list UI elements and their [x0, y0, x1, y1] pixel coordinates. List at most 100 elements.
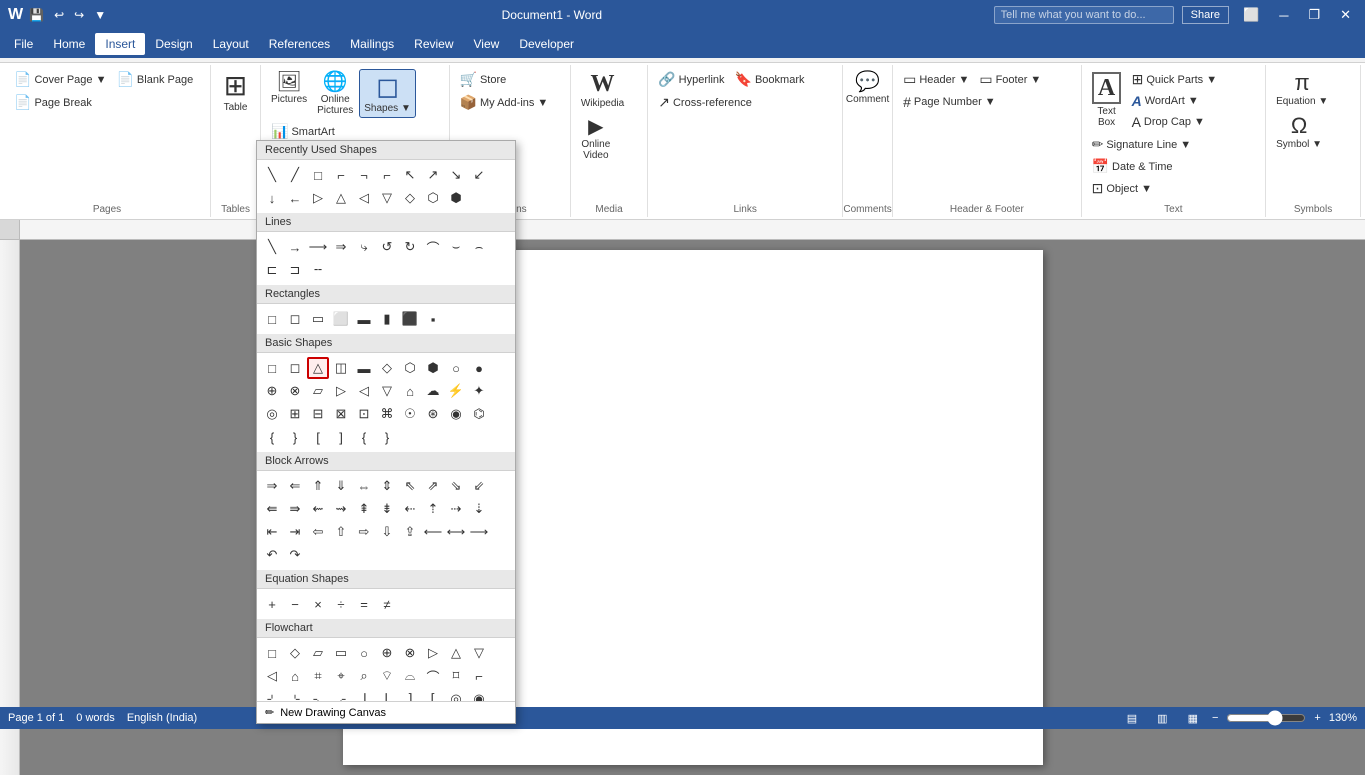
shape-item[interactable]: ⊗: [399, 642, 421, 664]
shape-item[interactable]: ⇪: [399, 521, 421, 543]
shape-item[interactable]: ⌐: [376, 164, 398, 186]
shape-item[interactable]: ◎: [445, 688, 467, 701]
new-drawing-canvas-button[interactable]: ✏ New Drawing Canvas: [257, 701, 515, 723]
shape-item[interactable]: ⇩: [376, 521, 398, 543]
menu-developer[interactable]: Developer: [509, 33, 584, 55]
shape-item[interactable]: ⌣: [445, 236, 467, 258]
shape-item[interactable]: ⬡: [422, 187, 444, 209]
shape-item[interactable]: −: [284, 593, 306, 615]
shape-item[interactable]: ◻: [284, 357, 306, 379]
page-break-button[interactable]: 📄 Page Break: [10, 92, 96, 113]
shape-item[interactable]: ⊗: [284, 380, 306, 402]
shape-item[interactable]: ▭: [330, 642, 352, 664]
print-layout-button[interactable]: ▤: [1121, 710, 1143, 727]
shape-item[interactable]: ⌗: [307, 665, 329, 687]
shape-item[interactable]: ⇘: [445, 475, 467, 497]
shape-item[interactable]: ◇: [399, 187, 421, 209]
object-button[interactable]: ⊡ Object ▼: [1088, 178, 1196, 199]
shape-item[interactable]: ⇗: [422, 475, 444, 497]
shape-item[interactable]: ⇒: [330, 236, 352, 258]
shape-item[interactable]: ⟶: [307, 236, 329, 258]
shape-item[interactable]: ▬: [353, 308, 375, 330]
shape-item[interactable]: ¬: [353, 164, 375, 186]
shape-item[interactable]: ]: [330, 426, 352, 448]
shape-item[interactable]: ⬢: [445, 187, 467, 209]
equation-button[interactable]: π Equation ▼: [1272, 69, 1332, 110]
shape-item[interactable]: ⇝: [330, 498, 352, 520]
shape-item[interactable]: ◉: [468, 688, 490, 701]
shape-item[interactable]: ↶: [261, 544, 283, 566]
redo-button[interactable]: ↪: [70, 6, 88, 24]
shape-item[interactable]: ÷: [330, 593, 352, 615]
shape-item[interactable]: ⇡: [422, 498, 444, 520]
shape-item[interactable]: ⤷: [353, 236, 375, 258]
shape-item[interactable]: [: [307, 426, 329, 448]
online-video-button[interactable]: ▶ OnlineVideo: [577, 114, 615, 164]
shape-item[interactable]: ✦: [468, 380, 490, 402]
menu-references[interactable]: References: [259, 33, 340, 55]
ribbon-display-button[interactable]: ⬜: [1237, 5, 1265, 25]
shape-item[interactable]: =: [353, 593, 375, 615]
shape-item[interactable]: ⌉: [399, 688, 421, 701]
shape-item[interactable]: ⇨: [353, 521, 375, 543]
shape-item[interactable]: ←: [284, 187, 306, 209]
shape-item[interactable]: ◇: [284, 642, 306, 664]
shape-item[interactable]: ⌂: [399, 380, 421, 402]
shape-item[interactable]: ↘: [445, 164, 467, 186]
shape-item[interactable]: ⌬: [468, 403, 490, 425]
menu-mailings[interactable]: Mailings: [340, 33, 404, 55]
shape-item[interactable]: ⇚: [261, 498, 283, 520]
date-time-button[interactable]: 📅 Date & Time: [1088, 156, 1196, 177]
shape-item[interactable]: ⌌: [330, 688, 352, 701]
shape-item[interactable]: }: [284, 426, 306, 448]
shape-item[interactable]: ▷: [330, 380, 352, 402]
shape-item[interactable]: ⌓: [399, 665, 421, 687]
shape-item[interactable]: ⟷: [445, 521, 467, 543]
shape-item[interactable]: ▽: [468, 642, 490, 664]
shape-item[interactable]: ⟵: [422, 521, 444, 543]
shape-item[interactable]: □: [261, 642, 283, 664]
shape-item-triangle-highlighted[interactable]: △: [307, 357, 329, 379]
symbol-button[interactable]: Ω Symbol ▼: [1272, 112, 1326, 153]
shape-item[interactable]: ↺: [376, 236, 398, 258]
shape-item[interactable]: ⇜: [307, 498, 329, 520]
shape-item[interactable]: ☉: [399, 403, 421, 425]
menu-home[interactable]: Home: [43, 33, 95, 55]
shape-item[interactable]: →: [284, 236, 306, 258]
smartart-button[interactable]: 📊 SmartArt: [267, 121, 365, 142]
shape-item[interactable]: ◇: [376, 357, 398, 379]
share-button[interactable]: Share: [1182, 6, 1229, 24]
shape-item[interactable]: ⊕: [376, 642, 398, 664]
shape-item[interactable]: ⇟: [376, 498, 398, 520]
shape-item[interactable]: ⌎: [284, 688, 306, 701]
shape-item[interactable]: }: [376, 426, 398, 448]
shape-item[interactable]: ▮: [376, 308, 398, 330]
shape-item[interactable]: ⇠: [399, 498, 421, 520]
shape-item[interactable]: ◁: [261, 665, 283, 687]
menu-review[interactable]: Review: [404, 33, 463, 55]
quick-parts-button[interactable]: ⊞ Quick Parts ▼: [1128, 69, 1222, 90]
shape-item[interactable]: ▪: [422, 308, 444, 330]
shape-item[interactable]: ▱: [307, 642, 329, 664]
shape-item[interactable]: ⌢: [468, 236, 490, 258]
shape-item[interactable]: ⌋: [353, 688, 375, 701]
table-button[interactable]: ⊞ Table: [217, 69, 255, 116]
footer-button[interactable]: ▭ Footer ▼: [975, 69, 1045, 90]
zoom-slider[interactable]: [1226, 713, 1306, 723]
menu-view[interactable]: View: [464, 33, 510, 55]
bookmark-button[interactable]: 🔖 Bookmark: [731, 69, 809, 90]
shape-item[interactable]: ⬢: [422, 357, 444, 379]
menu-insert[interactable]: Insert: [95, 33, 145, 55]
shape-item[interactable]: ○: [445, 357, 467, 379]
shape-item[interactable]: ⬜: [330, 308, 352, 330]
shape-item[interactable]: ▽: [376, 187, 398, 209]
tell-me-search[interactable]: [994, 6, 1174, 24]
shapes-scroll-area[interactable]: Recently Used Shapes ╲ ╱ □ ⌐ ¬ ⌐ ↖ ↗ ↘ ↙…: [257, 141, 515, 701]
wikipedia-button[interactable]: W Wikipedia: [577, 69, 628, 112]
shape-item[interactable]: ≠: [376, 593, 398, 615]
shape-item[interactable]: ◎: [261, 403, 283, 425]
shape-item[interactable]: ◁: [353, 380, 375, 402]
shape-item[interactable]: ↷: [284, 544, 306, 566]
shape-item[interactable]: ◫: [330, 357, 352, 379]
shape-item[interactable]: ⌑: [445, 665, 467, 687]
